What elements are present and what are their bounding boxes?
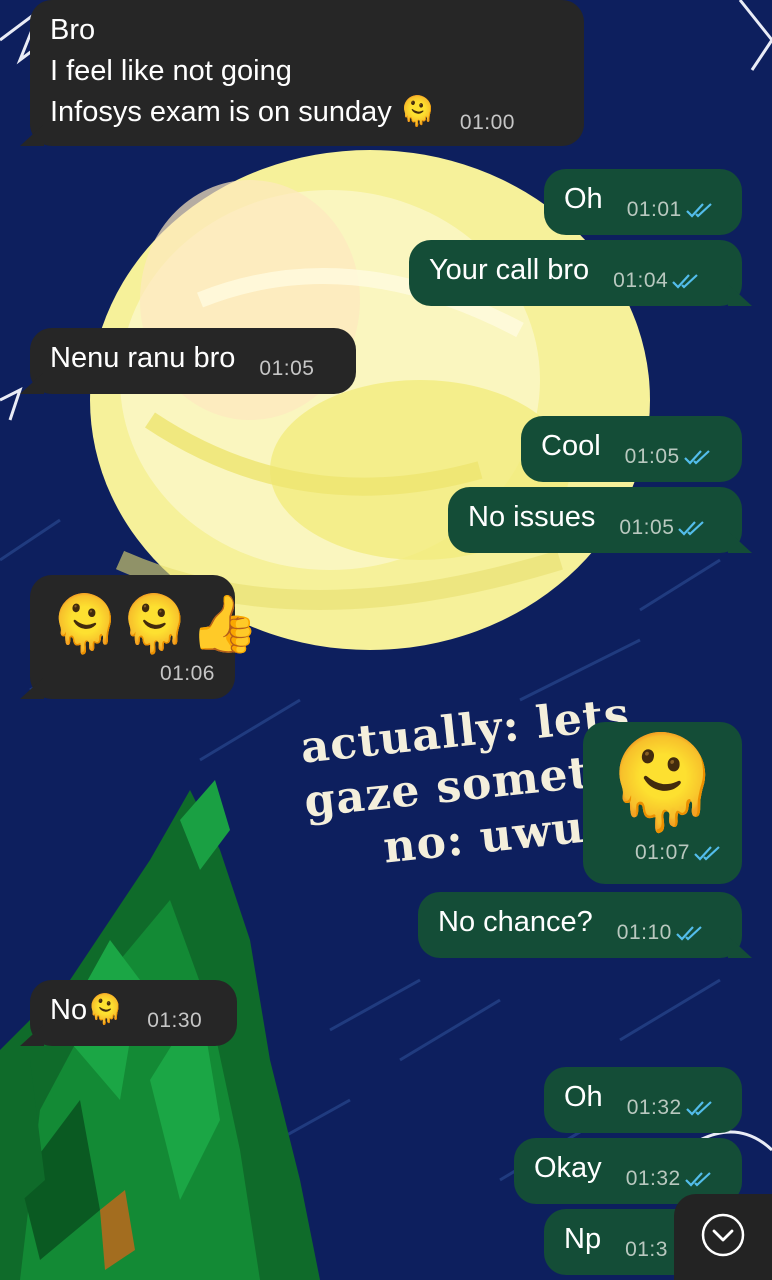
message-timestamp: 01:10 — [617, 912, 704, 955]
message-timestamp: 01:05 — [259, 357, 315, 380]
message-text: Np — [564, 1223, 602, 1255]
message-text: Oh — [564, 1081, 603, 1113]
read-receipt-icon — [678, 509, 706, 550]
read-receipt-icon — [676, 914, 704, 955]
incoming-message-bubble[interactable]: Nenu ranu bro 01:05 — [30, 328, 356, 394]
message-text: No chance? — [438, 906, 593, 938]
message-emoji: 🫠🫠👍 — [50, 592, 260, 655]
message-text: No issues — [468, 501, 596, 533]
outgoing-message-bubble[interactable]: Oh 01:01 — [544, 169, 742, 235]
message-timestamp: 01:06 — [159, 662, 215, 685]
message-timestamp: 01:07 — [603, 832, 722, 875]
outgoing-message-bubble[interactable]: Your call bro 01:04 — [409, 240, 742, 306]
wallpaper-handwriting: actually: lets gaze sometin no: uwu l — [298, 688, 642, 883]
message-text: Bro — [50, 14, 96, 46]
message-text: No🫠 — [50, 994, 124, 1026]
message-text: Oh — [564, 183, 603, 215]
incoming-message-bubble[interactable]: Bro I feel like not going Infosys exam i… — [30, 0, 584, 146]
message-timestamp: 01:3 — [625, 1238, 668, 1261]
incoming-message-bubble[interactable]: 🫠🫠👍 01:06 — [30, 575, 260, 699]
outgoing-message-bubble[interactable]: No chance? 01:10 — [418, 892, 742, 958]
scroll-to-bottom-button[interactable] — [674, 1194, 772, 1280]
message-timestamp: 01:30 — [147, 1009, 203, 1032]
message-text: Your call bro — [429, 254, 590, 286]
outgoing-message-bubble[interactable]: Oh 01:32 — [544, 1067, 742, 1133]
message-timestamp: 01:01 — [627, 189, 714, 232]
message-text: Infosys exam is on sunday 🫠 01:00 — [50, 92, 564, 143]
read-receipt-icon — [685, 1089, 714, 1130]
message-timestamp: 01:32 — [627, 1087, 714, 1130]
message-text: Nenu ranu bro — [50, 342, 236, 374]
read-receipt-icon — [672, 262, 700, 303]
message-timestamp: 01:05 — [619, 507, 706, 550]
message-text: Okay — [534, 1152, 602, 1184]
message-timestamp: 01:00 — [459, 111, 515, 134]
incoming-message-bubble[interactable]: No🫠 01:30 — [30, 980, 237, 1046]
outgoing-message-bubble[interactable]: No issues 01:05 — [448, 487, 742, 553]
chevron-down-icon — [700, 1212, 746, 1263]
message-text: Cool — [541, 430, 601, 462]
message-emoji: 🫠 — [605, 732, 720, 834]
outgoing-message-bubble[interactable]: Cool 01:05 — [521, 416, 742, 482]
message-timestamp: 01:04 — [613, 260, 700, 303]
message-text: I feel like not going — [50, 55, 292, 87]
outgoing-message-bubble[interactable]: 🫠 01:07 — [583, 722, 742, 884]
read-receipt-icon — [694, 834, 722, 875]
message-timestamp: 01:05 — [625, 436, 712, 479]
read-receipt-icon — [685, 191, 714, 232]
read-receipt-icon — [683, 438, 712, 479]
